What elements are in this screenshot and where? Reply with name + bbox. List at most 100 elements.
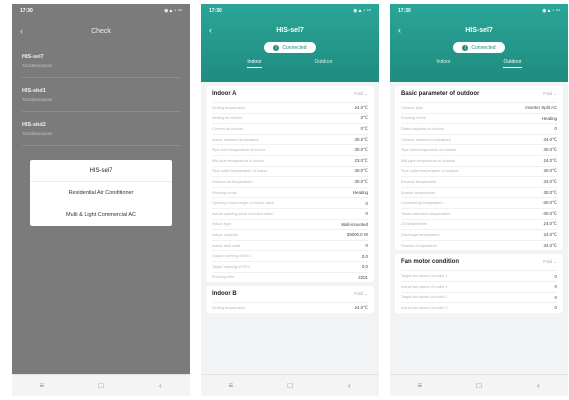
option-commercial-ac[interactable]: Multi & Light Commercial AC [30, 204, 172, 226]
param-row: Actual fan speed of motor 1 0 [401, 280, 557, 292]
param-value: 30.0℃ [543, 189, 557, 195]
param-row: Target fan speed of motor 2 0 [401, 291, 557, 303]
param-row: Outdoor type Inverter Split AC [401, 102, 557, 113]
connection-label: Connected [282, 44, 307, 51]
phone-device-select: 17:30 ◉▲◔ ⁹⁶ ‹ Check HIS-sel7 7cc43xxxxx… [12, 4, 190, 396]
param-label: Running mode [212, 190, 237, 195]
param-label: Actual fan speed of motor 1 [401, 284, 448, 289]
tab-outdoor[interactable]: Outdoor [314, 59, 332, 68]
card-indoor-a: Indoor A Fold ⌄ Setting temperature 24.0℃… [206, 86, 374, 283]
param-label: Indoor type [212, 222, 231, 227]
param-label: Running time [212, 275, 235, 280]
back-icon[interactable]: ‹ [150, 381, 170, 390]
page-header: ‹ HIS-sel7 [390, 18, 568, 42]
param-label: Actual opening pulse of indoor valve [212, 211, 274, 216]
fold-toggle[interactable]: Fold ⌄ [354, 291, 368, 297]
param-label: Discharge temperature [401, 232, 440, 237]
param-list: Setting temperature 24.0℃ Setting air volu… [212, 102, 368, 282]
menu-icon[interactable]: ≡ [32, 381, 52, 390]
param-label: Oil temperature [401, 222, 428, 227]
param-value: 24.0℃ [354, 104, 368, 110]
menu-icon[interactable]: ≡ [221, 381, 241, 390]
param-value: 0 [554, 273, 557, 279]
param-row: Setting temperature 24.0℃ [212, 302, 368, 313]
param-label: Opening output angle of indoor valve [212, 201, 275, 206]
device-item[interactable]: HIS-sel7 7cc43xxxxxxxx [22, 44, 180, 78]
back-arrow-icon[interactable]: ‹ [209, 25, 212, 35]
fold-toggle[interactable]: Fold ⌄ [543, 259, 557, 265]
param-label: Setting temperature [212, 305, 246, 310]
card-header: Basic parameter of outdoor Fold ⌄ [401, 86, 557, 102]
card-title: Indoor B [212, 291, 237, 298]
back-icon[interactable]: ‹ [528, 381, 548, 390]
home-icon[interactable]: □ [91, 381, 111, 390]
param-scroll[interactable]: Indoor A Fold ⌄ Setting temperature 24.0℃… [206, 86, 374, 372]
param-label: Pipe outlet temperature of indoor [212, 169, 268, 174]
home-icon[interactable]: □ [280, 381, 300, 390]
tab-indoor[interactable]: Indoor [436, 59, 450, 68]
back-icon[interactable]: ‹ [339, 381, 359, 390]
tab-indoor[interactable]: Indoor [247, 59, 262, 68]
param-row: Indoor type Wall-mounted [212, 218, 368, 230]
param-value: 0 [365, 243, 368, 249]
param-value: 30.0℃ [354, 147, 368, 153]
param-row: Target fan speed of motor 1 0 [401, 270, 557, 281]
bluetooth-icon: ᛒ [273, 44, 280, 51]
status-time: 17:30 [20, 8, 33, 14]
teal-header: 17:30 ◉▲◔ ⁹⁶ ‹ HIS-sel7 ᛒ Connected Indo… [390, 4, 568, 82]
param-label: Tower saturation temperature [401, 211, 451, 216]
device-item[interactable]: HIS-sbd1 7cc43xxxxxxxx [22, 78, 180, 112]
menu-icon[interactable]: ≡ [410, 381, 430, 390]
system-nav-bar: ≡ □ ‹ [201, 374, 379, 396]
param-list: Setting temperature 24.0℃ [212, 302, 368, 313]
card-header: Indoor A Fold ⌄ [212, 86, 368, 102]
param-label: Current air volume [212, 126, 244, 131]
param-list: Target fan speed of motor 1 0 Actual fan s… [401, 270, 557, 312]
param-scroll[interactable]: Basic parameter of outdoor Fold ⌄ Outdoo… [395, 86, 563, 372]
device-item[interactable]: HIS-sbd2 7cc43xxxxxxxx [22, 112, 180, 146]
card-title: Basic parameter of outdoor [401, 91, 480, 97]
param-row: Actual opening pulse of indoor valve 0 [212, 207, 368, 219]
param-row: Target opening of EEV 0.0 [212, 260, 368, 272]
param-row: Mid-pipe temperature of outdoor 24.0℃ [401, 154, 557, 166]
tab-bar: Indoor Outdoor [390, 59, 568, 68]
option-residential-ac[interactable]: Residential Air Conditioner [30, 182, 172, 204]
device-id: 7cc43xxxxxxxx [22, 96, 53, 102]
param-value: 2201 [358, 274, 368, 280]
param-label: Outdoor ambient temperature [401, 137, 451, 142]
param-label: Target fan speed of motor 1 [401, 274, 448, 279]
back-arrow-icon[interactable]: ‹ [398, 25, 401, 35]
tab-bar: Indoor Outdoor [201, 59, 379, 68]
param-row: Indoor ambient temperature 30.5℃ [212, 133, 368, 145]
status-time: 17:30 [209, 8, 222, 14]
system-nav-bar: ≡ □ ‹ [12, 374, 190, 396]
fold-toggle[interactable]: Fold ⌄ [354, 91, 368, 97]
param-value: 0.0 [361, 253, 368, 259]
card-fan-motor: Fan motor condition Fold ⌄ Target fan sp… [395, 254, 563, 313]
status-icons: ◉▲◔ ⁹⁶ [542, 8, 560, 14]
page-header: ‹ HIS-sel7 [201, 18, 379, 42]
param-value: 24.0℃ [543, 221, 557, 227]
status-time: 17:30 [398, 8, 411, 14]
param-row: Pipe outlet temperature of indoor 30.0℃ [212, 165, 368, 177]
param-row: Suction temperature 30.0℃ [401, 186, 557, 198]
param-value: Wall-mounted [341, 221, 368, 227]
device-list: HIS-sel7 7cc43xxxxxxxx HIS-sbd1 7cc43xxx… [12, 44, 190, 146]
home-icon[interactable]: □ [469, 381, 489, 390]
device-id: 7cc43xxxxxxxx [22, 62, 53, 68]
param-value: -30.0℃ [542, 210, 557, 216]
param-label: Indoor capacity [212, 232, 238, 237]
param-row: Radiator temperature 34.0℃ [401, 239, 557, 251]
bluetooth-icon: ᛒ [462, 44, 469, 51]
param-label: Mid-pipe temperature of indoor [212, 158, 264, 163]
param-label: Setting temperature [212, 105, 246, 110]
param-row: Running mode Heating [212, 186, 368, 198]
fold-toggle[interactable]: Fold ⌄ [543, 91, 557, 97]
param-row: Exhaust temperature 33.0℃ [401, 176, 557, 187]
connection-badge: ᛒ Connected [264, 42, 316, 53]
param-value: 30.0℃ [354, 168, 368, 174]
back-arrow-icon[interactable]: ‹ [20, 26, 23, 36]
param-row: Setting air volume 0℃ [212, 112, 368, 124]
tab-outdoor[interactable]: Outdoor [503, 59, 522, 68]
card-title: Indoor A [212, 91, 237, 97]
